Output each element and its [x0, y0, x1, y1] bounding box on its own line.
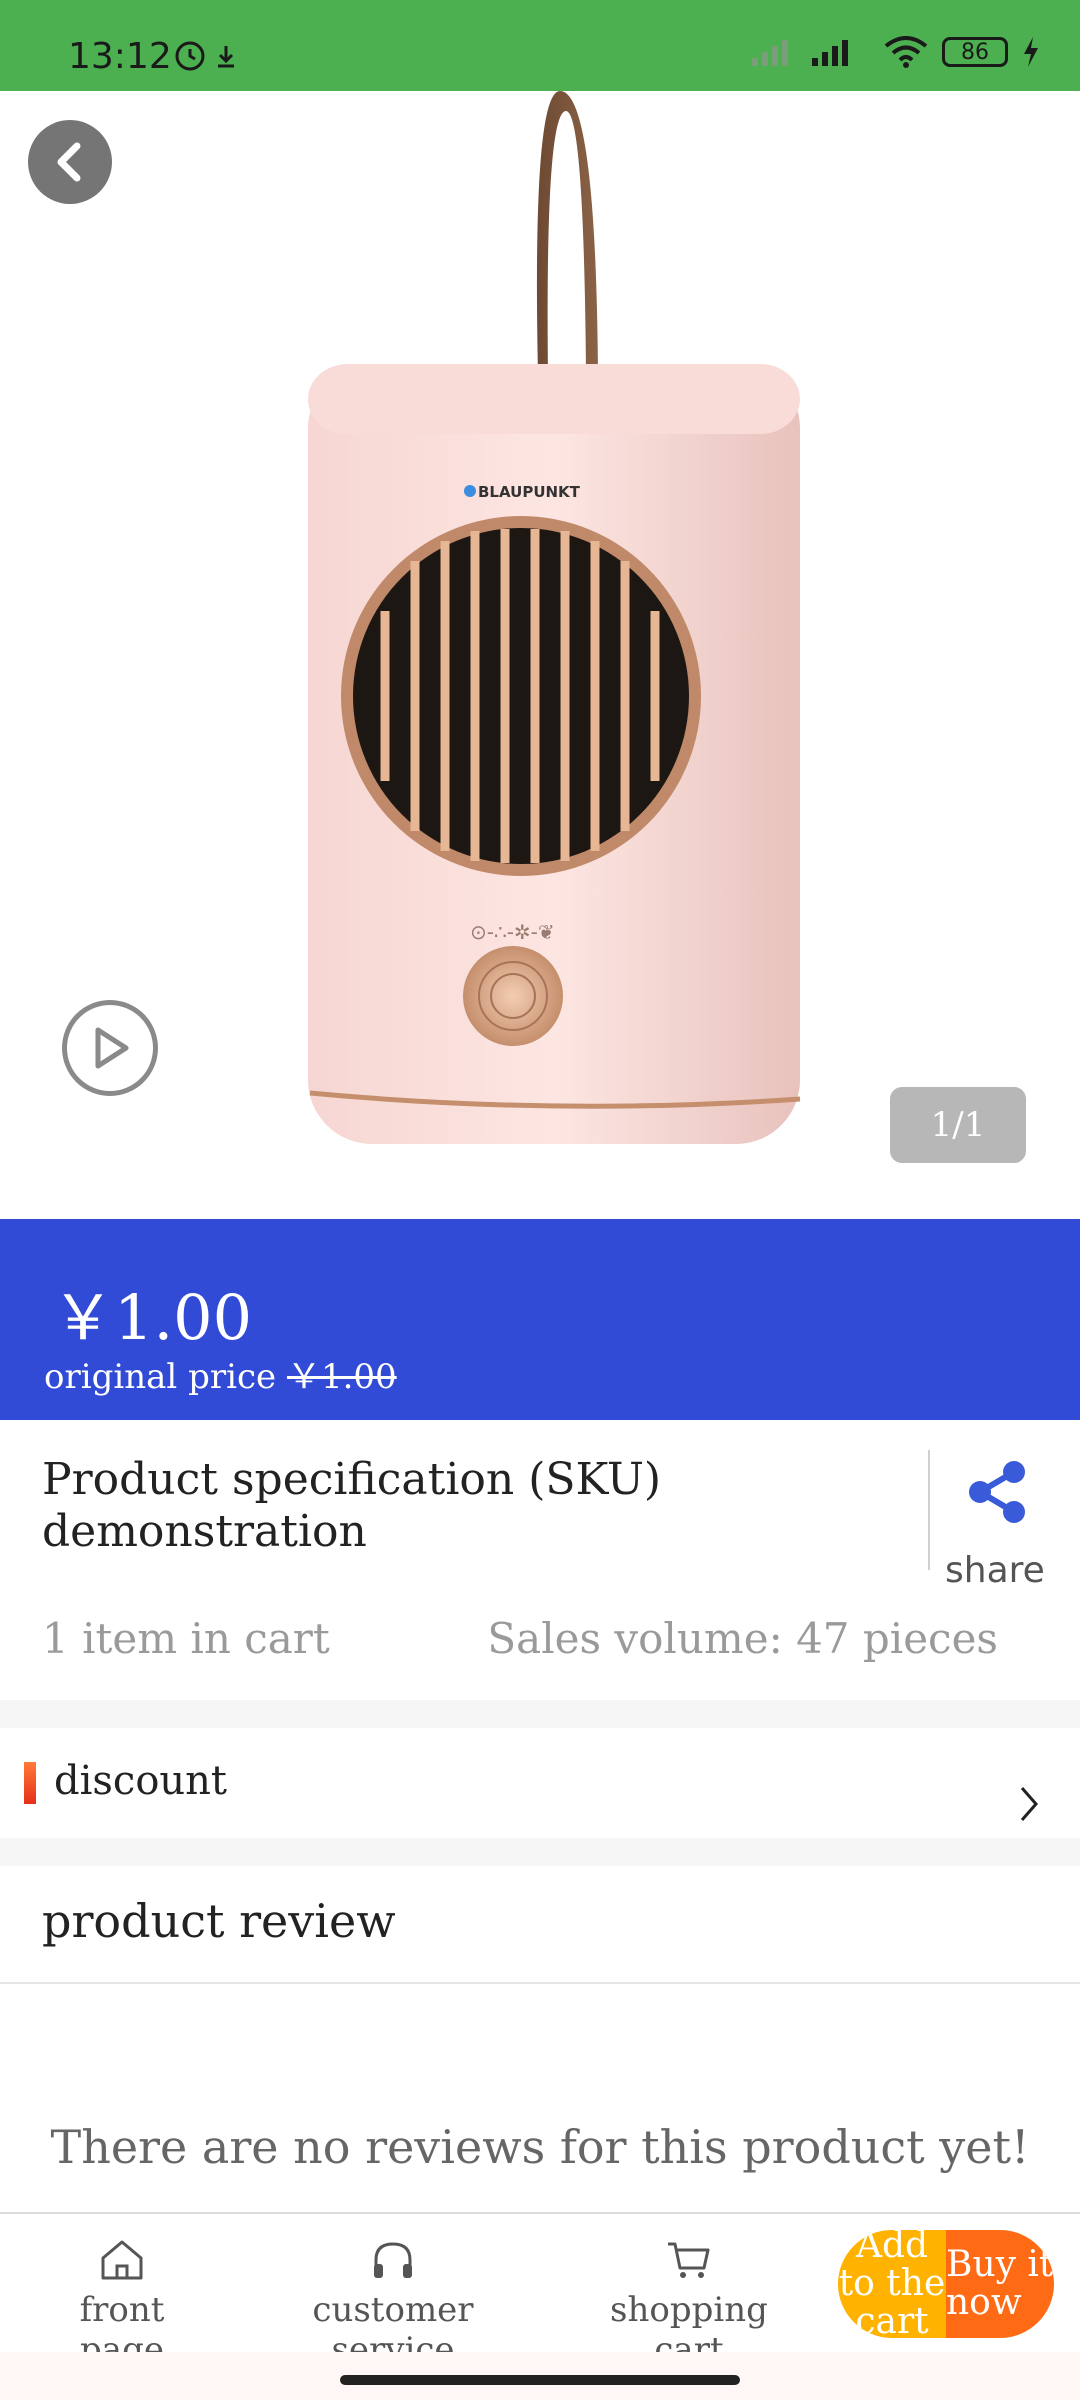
discount-row[interactable]: discount	[0, 1728, 1080, 1838]
price-band: ￥1.00 original price ￥1.00	[0, 1219, 1080, 1420]
nav-front-page[interactable]: front page	[40, 2238, 204, 2370]
original-price-label: original price	[44, 1357, 277, 1397]
share-button[interactable]: share	[928, 1450, 1080, 1591]
signal-icon	[752, 40, 848, 66]
share-label: share	[945, 1550, 1045, 1591]
review-title: product review	[42, 1894, 396, 1948]
home-indicator[interactable]	[340, 2375, 740, 2385]
play-icon	[95, 1027, 129, 1069]
review-header: product review	[0, 1866, 1080, 1984]
discount-label: discount	[54, 1758, 228, 1804]
product-title: Product specification (SKU) demonstratio…	[42, 1454, 662, 1557]
cart-icon	[668, 2242, 710, 2278]
product-image: BLAUPUNKT ⊙-∴-✲-❦	[308, 91, 801, 1144]
wifi-icon	[884, 36, 928, 68]
discount-marker	[24, 1762, 36, 1804]
buy-now-button[interactable]: Buy it now	[946, 2230, 1054, 2338]
alarm-download-icons	[170, 38, 250, 76]
battery-indicator: 86	[942, 37, 1008, 67]
play-video-button[interactable]	[62, 1000, 158, 1096]
add-to-cart-button[interactable]: Add to the cart	[838, 2230, 946, 2338]
status-time: 13:12	[68, 36, 172, 77]
section-divider	[0, 1838, 1080, 1866]
back-button[interactable]	[28, 120, 112, 204]
empty-review-message: There are no reviews for this product ye…	[50, 2120, 1030, 2174]
chevron-right-icon	[1020, 1787, 1038, 1821]
sales-volume: Sales volume: 47 pieces	[487, 1614, 998, 1663]
chevron-left-icon	[57, 142, 81, 182]
original-price: original price ￥1.00	[44, 1349, 397, 1398]
purchase-buttons: Add to the cart Buy it now	[838, 2230, 1054, 2338]
share-icon	[969, 1461, 1025, 1523]
nav-shopping-cart[interactable]: shopping cart	[580, 2238, 798, 2370]
cart-count: 1 item in cart	[42, 1614, 330, 1663]
original-price-value: ￥1.00	[286, 1357, 397, 1397]
status-bar: 13:12 86	[0, 0, 1080, 91]
section-divider	[0, 1700, 1080, 1728]
bottom-action-bar: front page customer service shopping car…	[0, 2212, 1080, 2370]
svg-text:⊙-∴-✲-❦: ⊙-∴-✲-❦	[470, 920, 555, 944]
charging-icon	[1024, 37, 1038, 67]
image-counter: 1/1	[890, 1087, 1026, 1163]
product-gallery[interactable]: BLAUPUNKT ⊙-∴-✲-❦ 1/1	[0, 91, 1080, 1219]
current-price: ￥1.00	[52, 1281, 253, 1354]
product-title-row: Product specification (SKU) demonstratio…	[0, 1420, 1080, 1591]
headset-icon	[374, 2242, 412, 2278]
svg-text:BLAUPUNKT: BLAUPUNKT	[478, 483, 581, 501]
product-meta: 1 item in cart Sales volume: 47 pieces	[0, 1600, 1080, 1690]
nav-customer-service[interactable]: customer service	[256, 2238, 530, 2370]
home-icon	[101, 2240, 143, 2280]
